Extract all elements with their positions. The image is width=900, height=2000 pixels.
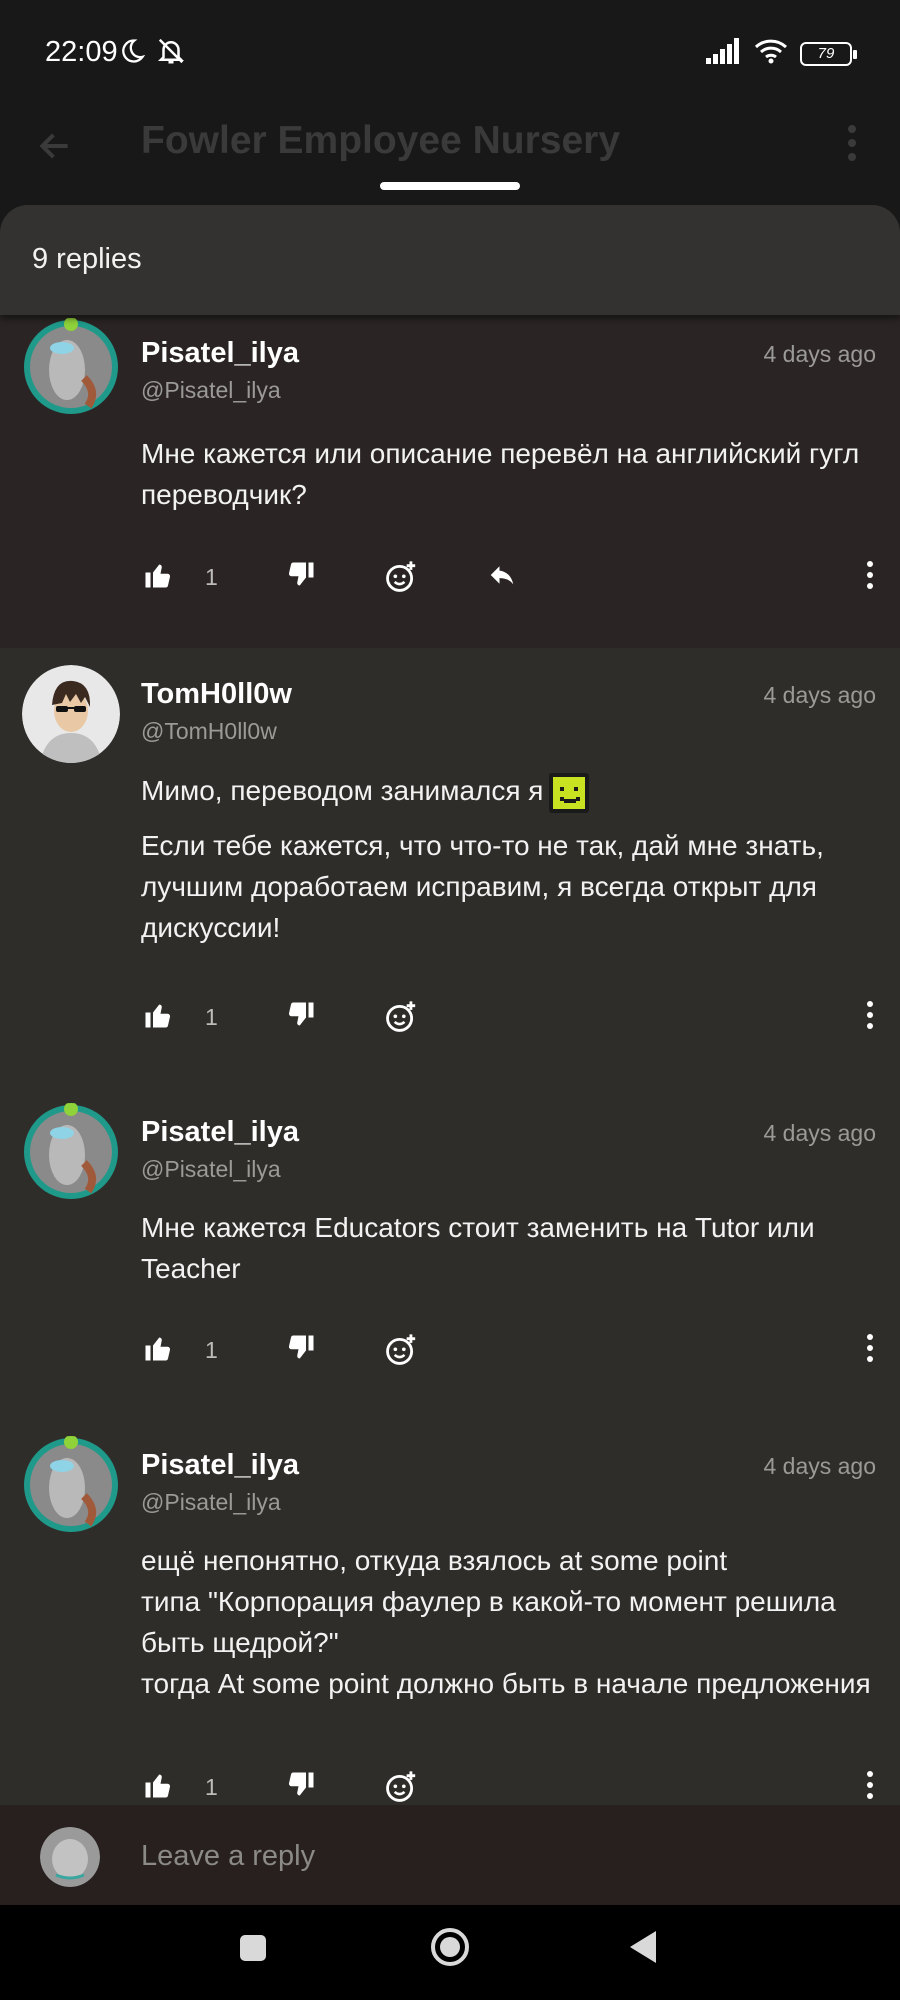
avatar[interactable] — [22, 1103, 120, 1201]
thumbs-up-icon[interactable] — [143, 1333, 173, 1368]
back-button-icon[interactable] — [628, 1929, 658, 1970]
comment-actions: 1 — [141, 1000, 876, 1040]
reply-bar — [0, 1805, 900, 1905]
add-reaction-icon[interactable] — [384, 1000, 418, 1039]
comment-timestamp: 4 days ago — [763, 1120, 876, 1146]
thumbs-down-icon[interactable] — [286, 1000, 316, 1035]
comment-username[interactable]: TomH0ll0w — [141, 678, 292, 711]
add-reaction-icon[interactable] — [384, 560, 418, 599]
signal-icon — [706, 38, 742, 69]
comment-text: Мне кажется Educators стоит заменить на … — [141, 1212, 815, 1284]
system-nav-bar — [0, 1905, 900, 2000]
comment-text: Мимо, переводом занимался я — [141, 775, 544, 806]
comment-text: Если тебе кажется, что что-то не так, да… — [141, 829, 824, 943]
avatar — [40, 1827, 100, 1887]
like-count: 1 — [205, 1337, 218, 1363]
like-count: 1 — [205, 1774, 218, 1800]
comment-body: ещё непонятно, откуда взялось at some po… — [141, 1540, 876, 1704]
add-reaction-icon[interactable] — [384, 1770, 418, 1809]
battery-icon: 79 — [800, 41, 857, 66]
like-count: 1 — [205, 564, 218, 590]
thumbs-up-icon[interactable] — [143, 560, 173, 595]
comment-handle: @TomH0ll0w — [141, 718, 277, 744]
comment-username[interactable]: Pisatel_ilya — [141, 1116, 299, 1149]
more-vertical-icon[interactable] — [864, 560, 876, 595]
wifi-icon — [754, 38, 788, 69]
avatar[interactable] — [22, 665, 120, 763]
bell-off-icon — [156, 36, 186, 71]
reply-input[interactable] — [141, 1829, 841, 1883]
sheet-drag-handle[interactable] — [380, 182, 520, 190]
comment-username[interactable]: Pisatel_ilya — [141, 1449, 299, 1482]
app-bar: Fowler Employee Nursery — [0, 105, 900, 205]
comment-list: Pisatel_ilya @Pisatel_ilya 4 days ago Мн… — [0, 315, 900, 1820]
thumbs-down-icon[interactable] — [286, 1333, 316, 1368]
comment-handle: @Pisatel_ilya — [141, 1489, 281, 1515]
moon-icon — [118, 37, 146, 70]
page-title: Fowler Employee Nursery — [141, 119, 621, 162]
status-bar: 22:09 79 — [0, 0, 900, 105]
battery-level: 79 — [817, 45, 835, 62]
comment-timestamp: 4 days ago — [763, 341, 876, 367]
comment-item: TomH0ll0w @TomH0ll0w 4 days ago Мимо, пе… — [0, 648, 900, 1087]
thumbs-down-icon[interactable] — [286, 1770, 316, 1805]
comment-item: Pisatel_ilya @Pisatel_ilya 4 days ago Мн… — [0, 1087, 900, 1420]
comment-handle: @Pisatel_ilya — [141, 377, 281, 403]
more-vertical-icon[interactable] — [844, 123, 860, 168]
comment-actions: 1 — [141, 1770, 876, 1810]
replies-count: 9 replies — [32, 243, 142, 275]
back-arrow-icon[interactable] — [36, 127, 74, 170]
comment-body: Мне кажется Educators стоит заменить на … — [141, 1207, 876, 1289]
comment-actions: 1 — [141, 560, 876, 600]
thumbs-up-icon[interactable] — [143, 1770, 173, 1805]
comment-handle: @Pisatel_ilya — [141, 1156, 281, 1182]
comment-text: тогда At some point должно быть в начале… — [141, 1668, 871, 1699]
thumbs-down-icon[interactable] — [286, 560, 316, 595]
reply-icon[interactable] — [486, 560, 518, 595]
more-vertical-icon[interactable] — [864, 1000, 876, 1035]
avatar[interactable] — [22, 318, 120, 416]
comment-actions: 1 — [141, 1333, 876, 1373]
home-button-icon[interactable] — [430, 1927, 470, 1972]
comment-text: Мне кажется или описание перевёл на англ… — [141, 438, 860, 510]
comment-timestamp: 4 days ago — [763, 1453, 876, 1479]
add-reaction-icon[interactable] — [384, 1333, 418, 1372]
comment-item: Pisatel_ilya @Pisatel_ilya 4 days ago ещ… — [0, 1420, 900, 1820]
avatar[interactable] — [22, 1436, 120, 1534]
comment-item: Pisatel_ilya @Pisatel_ilya 4 days ago Мн… — [0, 315, 900, 648]
recents-button-icon[interactable] — [238, 1933, 268, 1968]
sheet-header: 9 replies — [0, 205, 900, 315]
comment-timestamp: 4 days ago — [763, 682, 876, 708]
thumbs-up-icon[interactable] — [143, 1000, 173, 1035]
more-vertical-icon[interactable] — [864, 1770, 876, 1805]
status-time: 22:09 — [45, 36, 118, 68]
like-count: 1 — [205, 1004, 218, 1030]
comment-body: Мне кажется или описание перевёл на англ… — [141, 433, 876, 515]
comment-body: Мимо, переводом занимался я Если тебе ка… — [141, 770, 876, 948]
comment-text: ещё непонятно, откуда взялось at some po… — [141, 1545, 728, 1576]
comment-text: типа "Корпорация фаулер в какой-то момен… — [141, 1586, 836, 1658]
comment-username[interactable]: Pisatel_ilya — [141, 337, 299, 370]
replies-sheet: 9 replies Pisatel_ilya @Pisatel_ilya 4 d… — [0, 205, 900, 1905]
more-vertical-icon[interactable] — [864, 1333, 876, 1368]
emote-image — [549, 772, 590, 813]
